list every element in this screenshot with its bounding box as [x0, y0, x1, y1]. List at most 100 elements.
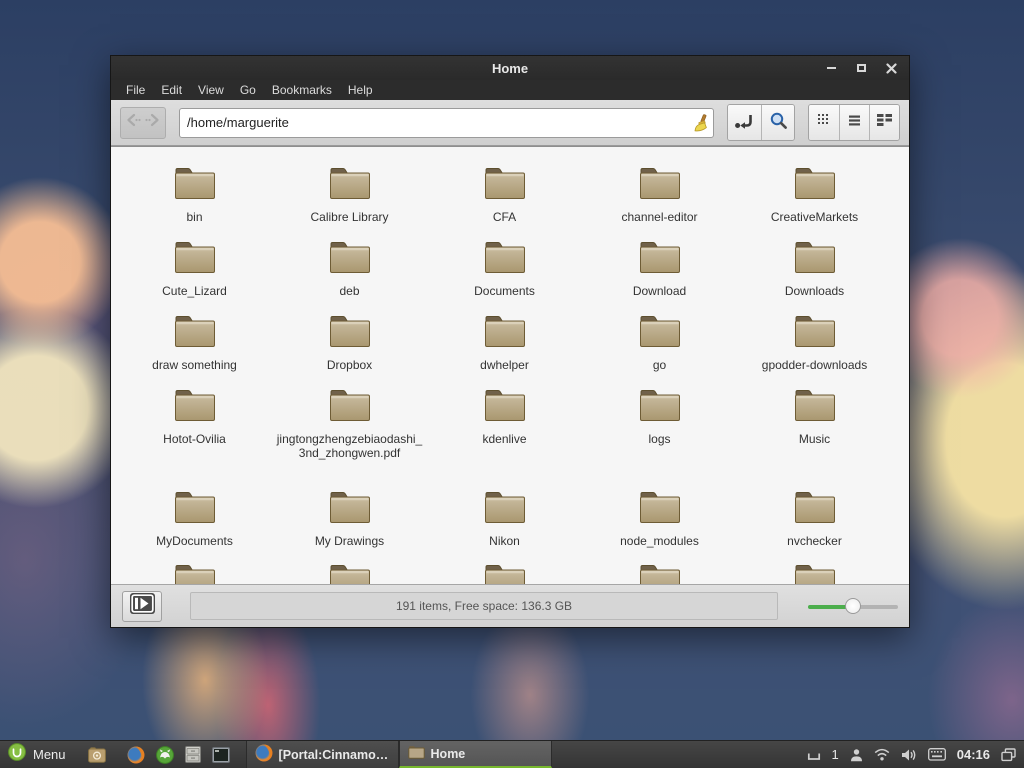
folder-icon: [328, 562, 372, 584]
folder-label: bin: [186, 210, 202, 224]
folder-item[interactable]: go: [582, 313, 737, 387]
file-manager-icon[interactable]: [185, 746, 201, 763]
folder-item[interactable]: deb: [272, 239, 427, 313]
menubar: FileEditViewGoBookmarksHelp: [111, 80, 909, 100]
firefox-icon[interactable]: [127, 746, 145, 764]
folder-item[interactable]: [427, 562, 582, 584]
status-text: 191 items, Free space: 136.3 GB: [190, 592, 778, 620]
folder-item[interactable]: jingtongzhengzebiaodashi_3nd_zhongwen.pd…: [272, 387, 427, 489]
folder-label: channel-editor: [621, 210, 697, 224]
back-icon[interactable]: [125, 112, 142, 133]
zoom-slider[interactable]: [808, 597, 898, 615]
list-view-button[interactable]: [839, 105, 869, 140]
green-app-icon[interactable]: [156, 746, 174, 764]
clock[interactable]: 04:16: [957, 747, 990, 762]
window-titlebar[interactable]: Home: [111, 56, 909, 80]
folder-item[interactable]: kdenlive: [427, 387, 582, 489]
workspace-count[interactable]: 1: [832, 747, 839, 762]
taskbar-window-0[interactable]: [Portal:Cinnamon/S...: [246, 741, 399, 768]
menu-file[interactable]: File: [119, 81, 152, 99]
terminal-icon[interactable]: [212, 747, 230, 763]
folder-item[interactable]: Hotot-Ovilia: [117, 387, 272, 489]
zoom-slider-handle[interactable]: [845, 598, 861, 614]
maximize-button[interactable]: [853, 61, 869, 75]
volume-icon[interactable]: [901, 748, 917, 762]
menu-help[interactable]: Help: [341, 81, 380, 99]
folder-icon: [638, 387, 682, 428]
folder-icon: [793, 239, 837, 280]
folder-item[interactable]: gpodder-downloads: [737, 313, 892, 387]
taskbar-window-label: Home: [431, 747, 466, 761]
folder-item[interactable]: My Drawings: [272, 489, 427, 562]
user-icon[interactable]: [850, 748, 863, 762]
file-manager-window: Home FileEditViewGoBookmarksHelp: [110, 55, 910, 628]
forward-icon[interactable]: [144, 112, 161, 133]
search-button[interactable]: [761, 105, 794, 140]
close-button[interactable]: [883, 61, 899, 75]
folder-icon: [483, 489, 527, 530]
folder-icon: [638, 489, 682, 530]
wifi-icon[interactable]: [874, 748, 890, 761]
folder-label: Calibre Library: [310, 210, 388, 224]
menu-button[interactable]: Menu: [0, 741, 78, 768]
folder-item[interactable]: [117, 562, 272, 584]
taskbar-window-active[interactable]: Home: [399, 741, 552, 768]
icon-view-button[interactable]: [809, 105, 839, 140]
folder-item[interactable]: bin: [117, 165, 272, 239]
folder-item[interactable]: CFA: [427, 165, 582, 239]
folder-item[interactable]: nvchecker: [737, 489, 892, 562]
compact-view-button[interactable]: [869, 105, 899, 140]
folder-item[interactable]: CreativeMarkets: [737, 165, 892, 239]
folder-label: nvchecker: [787, 534, 842, 548]
folder-item[interactable]: draw something: [117, 313, 272, 387]
folder-label: gpodder-downloads: [762, 358, 867, 372]
search-icon: [769, 111, 788, 135]
folder-icon: [483, 165, 527, 206]
folder-item[interactable]: Downloads: [737, 239, 892, 313]
folder-item[interactable]: Nikon: [427, 489, 582, 562]
folder-item[interactable]: logs: [582, 387, 737, 489]
statusbar: 191 items, Free space: 136.3 GB: [111, 584, 909, 627]
window-indicator-icon[interactable]: [807, 749, 821, 761]
keyboard-icon[interactable]: [928, 748, 946, 761]
folder-item[interactable]: dwhelper: [427, 313, 582, 387]
folder-item[interactable]: Documents: [427, 239, 582, 313]
folder-item[interactable]: Download: [582, 239, 737, 313]
folder-icon: [793, 165, 837, 206]
menu-view[interactable]: View: [191, 81, 231, 99]
window-list: [Portal:Cinnamon/S... Home: [246, 741, 552, 768]
minimize-button[interactable]: [823, 61, 839, 75]
toggle-sidebar-button[interactable]: [122, 591, 162, 622]
history-nav-buttons[interactable]: [120, 107, 166, 139]
folder-item[interactable]: MyDocuments: [117, 489, 272, 562]
folder-item[interactable]: channel-editor: [582, 165, 737, 239]
folder-icon: [483, 313, 527, 354]
folder-item[interactable]: [272, 562, 427, 584]
folder-label: Documents: [474, 284, 535, 298]
location-input[interactable]: [179, 108, 714, 138]
folder-item[interactable]: Cute_Lizard: [117, 239, 272, 313]
folder-item[interactable]: [582, 562, 737, 584]
icon-view-icon: [817, 113, 831, 132]
menu-label: Menu: [33, 747, 66, 762]
folder-item[interactable]: Dropbox: [272, 313, 427, 387]
taskbar: Menu [Portal:Cinnamon/S... Home 1 04:16: [0, 740, 1024, 768]
toggle-location-entry-button[interactable]: [728, 105, 761, 140]
folder-item[interactable]: node_modules: [582, 489, 737, 562]
clear-location-icon[interactable]: [692, 114, 708, 137]
window-title: Home: [111, 61, 909, 76]
menu-edit[interactable]: Edit: [154, 81, 189, 99]
folder-item[interactable]: Calibre Library: [272, 165, 427, 239]
window-switcher-icon[interactable]: [1001, 748, 1016, 762]
show-sidebar-icon: [129, 592, 156, 620]
menu-go[interactable]: Go: [233, 81, 263, 99]
screenshot-tool-icon[interactable]: [88, 747, 106, 763]
folder-item[interactable]: Music: [737, 387, 892, 489]
folder-label: node_modules: [620, 534, 699, 548]
folder-label: Downloads: [785, 284, 844, 298]
folder-icon: [483, 387, 527, 428]
folder-icon: [173, 165, 217, 206]
menu-bookmarks[interactable]: Bookmarks: [265, 81, 339, 99]
folder-item[interactable]: [737, 562, 892, 584]
folder-icon: [328, 313, 372, 354]
